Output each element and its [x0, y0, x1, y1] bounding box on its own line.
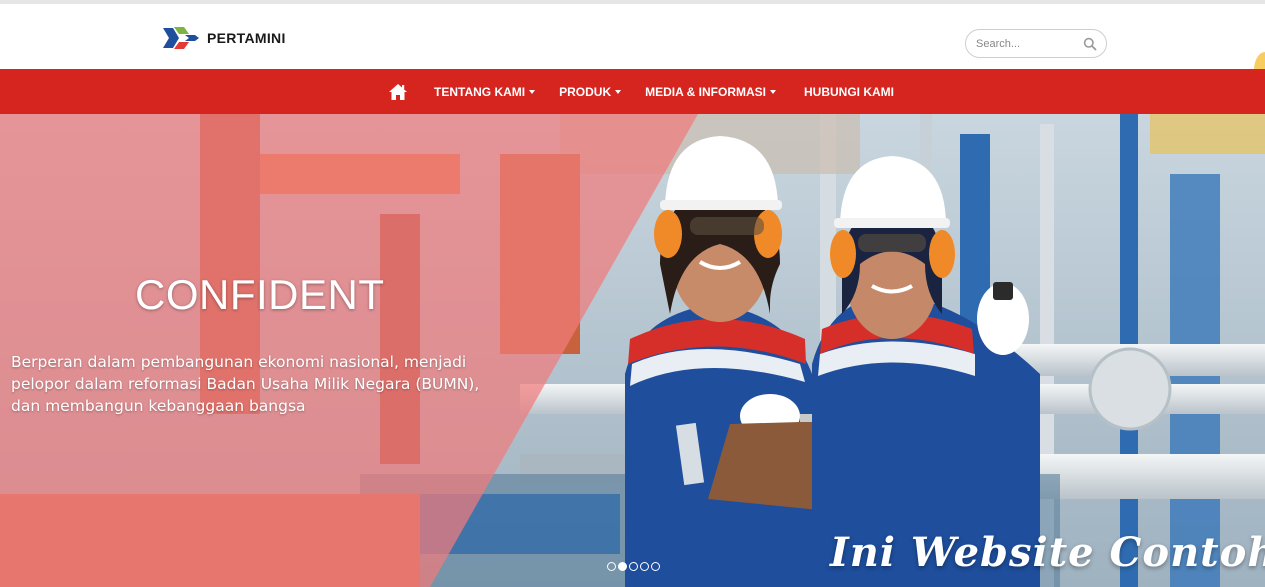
hero-title: CONFIDENT: [135, 271, 385, 318]
nav-item-label: HUBUNGI KAMI: [804, 84, 895, 99]
nav-item-hubungi-kami[interactable]: HUBUNGI KAMI: [804, 85, 894, 99]
nav-item-label: PRODUK: [559, 84, 612, 99]
logo-text: PERTAMINI: [207, 30, 286, 46]
slider-dot[interactable]: [629, 562, 638, 571]
nav-item-label: MEDIA & INFORMASI: [645, 84, 767, 99]
nav-item-label: TENTANG KAMI: [434, 84, 526, 99]
search-input[interactable]: [976, 37, 1080, 50]
nav-item-media-informasi[interactable]: MEDIA & INFORMASI: [645, 84, 777, 99]
home-icon: [389, 83, 407, 100]
main-nav: TENTANG KAMI PRODUK MEDIA & INFORMASI HU…: [0, 69, 1265, 114]
search-icon[interactable]: [1083, 37, 1097, 51]
site-logo[interactable]: PERTAMINI: [163, 26, 286, 50]
hero-slider: CONFIDENT Berperan dalam pembangunan eko…: [0, 114, 1265, 587]
slider-dot[interactable]: [607, 562, 616, 571]
search-box[interactable]: [965, 29, 1107, 58]
caret-down-icon: [615, 90, 622, 94]
caret-down-icon: [770, 90, 777, 94]
pertamina-logo-icon: [163, 27, 199, 49]
caret-down-icon: [529, 90, 536, 94]
slider-dot[interactable]: [640, 562, 649, 571]
slider-dot[interactable]: [651, 562, 660, 571]
nav-home[interactable]: [388, 83, 408, 101]
site-header: PERTAMINI: [0, 4, 1265, 69]
nav-item-tentang-kami[interactable]: TENTANG KAMI: [434, 84, 536, 99]
slider-dot-active[interactable]: [618, 562, 627, 571]
watermark-text: Ini Website Contoh: [830, 529, 1265, 576]
hero-description: Berperan dalam pembangunan ekonomi nasio…: [11, 353, 480, 415]
nav-item-produk[interactable]: PRODUK: [559, 84, 622, 99]
slider-indicators: [607, 562, 660, 571]
